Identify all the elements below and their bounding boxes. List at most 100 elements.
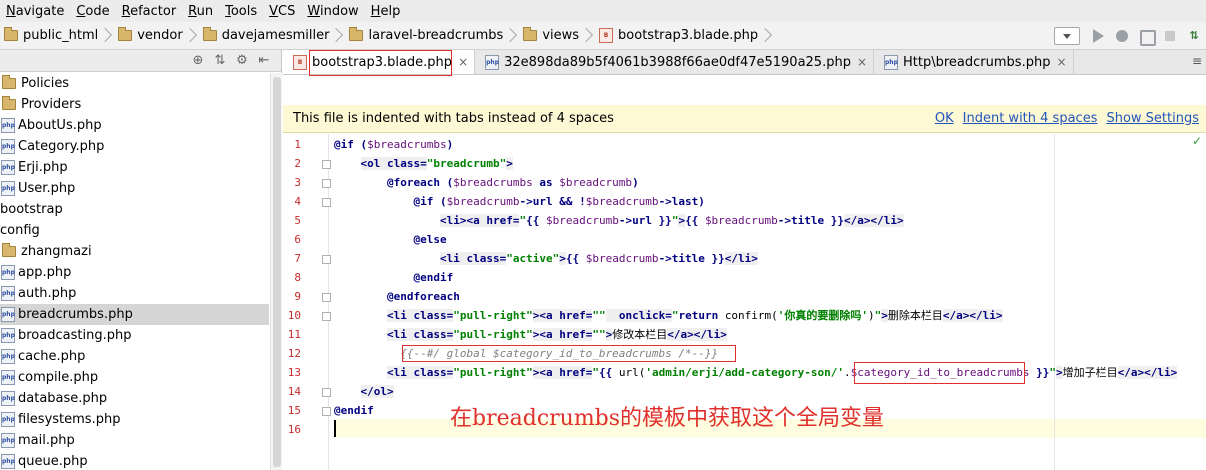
tree-item[interactable]: bootstrap: [0, 199, 269, 220]
code-token: confirm(: [724, 309, 778, 322]
code-token: {{--#/ global $category_id_to_breadcrumb…: [400, 347, 719, 360]
tree-item-label: filesystems.php: [18, 412, 121, 427]
tree-item[interactable]: config: [0, 220, 269, 241]
line-number: 16: [287, 423, 301, 436]
tree-item[interactable]: php queue.php: [0, 451, 269, 470]
php-file-icon: php: [1, 181, 15, 196]
fold-marker-icon[interactable]: [322, 388, 331, 397]
menu-vcs[interactable]: VCS: [263, 4, 301, 19]
breadcrumb-item[interactable]: public_html: [0, 22, 114, 50]
fold-marker-icon[interactable]: [322, 312, 331, 321]
run-config-dropdown[interactable]: [1054, 27, 1080, 45]
code-line: <ol class="breadcrumb">: [334, 154, 513, 173]
vcs-update-icon[interactable]: ⇅: [1185, 27, 1203, 45]
fold-marker-icon[interactable]: [322, 255, 331, 264]
collapse-all-icon[interactable]: ⇅: [211, 52, 229, 70]
tree-item-label: breadcrumbs.php: [18, 307, 133, 322]
editor-tab[interactable]: php 32e898da89b5f4061b3988f66ae0df47e5190…: [475, 50, 875, 74]
editor-tabs: Bbootstrap3.blade.php × php 32e898da89b5f40…: [283, 50, 1206, 75]
menu-run[interactable]: Run: [182, 4, 219, 19]
php-file-icon: php: [1, 454, 15, 469]
line-number: 8: [294, 271, 301, 284]
code-editor[interactable]: 1 2 3 4 5 6 7 8 9 10 11 12 13 14 15 16 @if ($breadcrumb…: [283, 134, 1206, 470]
tree-item[interactable]: php filesystems.php: [0, 409, 269, 430]
debug-icon[interactable]: [1113, 27, 1131, 45]
tree-item[interactable]: php compile.php: [0, 367, 269, 388]
gear-icon[interactable]: ⚙: [233, 52, 251, 70]
stop-icon[interactable]: [1161, 27, 1179, 45]
line-number: 14: [287, 385, 301, 398]
code-token: </a>: [667, 328, 694, 341]
fold-marker-icon[interactable]: [322, 293, 331, 302]
tab-list-menu-icon[interactable]: ≡: [1192, 54, 1202, 68]
tree-item[interactable]: zhangmazi: [0, 241, 269, 262]
menu-refactor[interactable]: Refactor: [116, 4, 183, 19]
menu-help[interactable]: Help: [365, 4, 407, 19]
project-panel: ⊕ ⇅ ⚙ ⇤ Policies Providers php AboutUs.php p…: [0, 50, 282, 470]
menu-navigate[interactable]: Navigate: [0, 4, 70, 19]
tree-item[interactable]: php AboutUs.php: [0, 115, 269, 136]
notification-action-link[interactable]: Show Settings: [1106, 111, 1199, 126]
fold-marker-icon[interactable]: [322, 407, 331, 416]
line-number: 4: [294, 195, 301, 208]
breadcrumb-item[interactable]: laravel-breadcrumbs: [345, 22, 519, 50]
php-file-icon: php: [1, 349, 15, 364]
notification-action-link[interactable]: Indent with 4 spaces: [963, 111, 1098, 126]
code-token: $breadcrumbs: [453, 176, 533, 189]
tree-item-label: auth.php: [18, 286, 77, 301]
tab-label: 32e898da89b5f4061b3988f66ae0df47e5190a25…: [504, 54, 851, 70]
run-icon[interactable]: [1089, 27, 1107, 45]
folder-icon: [349, 27, 364, 41]
fold-marker-icon[interactable]: [322, 198, 331, 207]
code-token: </li>: [1144, 366, 1178, 379]
code-token: class=: [413, 366, 454, 379]
code-token: "": [592, 328, 606, 341]
indent-notification: This file is indented with tabs instead …: [283, 105, 1206, 133]
code-token: {{: [565, 252, 586, 265]
fold-marker-icon[interactable]: [322, 160, 331, 169]
close-tab-icon[interactable]: ×: [1056, 55, 1066, 69]
run-toolbar: ⇅: [1054, 22, 1206, 50]
breadcrumb-item[interactable]: Bbootstrap3.blade.php: [595, 22, 774, 50]
coverage-icon[interactable]: [1137, 27, 1156, 46]
project-tree-scrollbar[interactable]: [270, 73, 282, 470]
code-token: ->url }}: [618, 214, 672, 227]
tree-item[interactable]: php broadcasting.php: [0, 325, 269, 346]
tree-item[interactable]: php User.php: [0, 178, 269, 199]
notification-action-link[interactable]: OK: [935, 111, 954, 126]
breadcrumb-item[interactable]: davejamesmiller: [199, 22, 346, 50]
tree-item[interactable]: php Erji.php: [0, 157, 269, 178]
close-tab-icon[interactable]: ×: [857, 55, 867, 69]
php-file-icon: php: [884, 54, 899, 70]
folder-icon: [2, 243, 16, 257]
tree-item[interactable]: php mail.php: [0, 430, 269, 451]
tree-item[interactable]: php breadcrumbs.php: [0, 304, 269, 325]
editor-tab[interactable]: Bbootstrap3.blade.php ×: [283, 50, 476, 74]
breadcrumb-item[interactable]: vendor: [114, 22, 198, 50]
close-tab-icon[interactable]: ×: [458, 55, 468, 69]
editor-tab[interactable]: php Http\breadcrumbs.php ×: [874, 50, 1074, 74]
breadcrumb-item[interactable]: views: [519, 22, 595, 50]
tree-item-label: cache.php: [18, 349, 86, 364]
line-number: 9: [294, 290, 301, 303]
tree-item-label: config: [0, 223, 40, 238]
locate-icon[interactable]: ⊕: [189, 52, 207, 70]
fold-marker-icon[interactable]: [322, 179, 331, 188]
menu-window[interactable]: Window: [301, 4, 364, 19]
scrollbar-thumb[interactable]: [273, 77, 281, 467]
tree-item[interactable]: php cache.php: [0, 346, 269, 367]
tree-item[interactable]: Providers: [0, 94, 269, 115]
tree-item[interactable]: php auth.php: [0, 283, 269, 304]
code-token: </a>: [844, 214, 871, 227]
tree-item[interactable]: php Category.php: [0, 136, 269, 157]
tree-item[interactable]: Policies: [0, 73, 269, 94]
code-token: </li>: [724, 252, 758, 265]
tree-item[interactable]: php database.php: [0, 388, 269, 409]
menu-tools[interactable]: Tools: [219, 4, 263, 19]
tree-item[interactable]: php app.php: [0, 262, 269, 283]
menu-code[interactable]: Code: [70, 4, 115, 19]
breadcrumb-separator: [583, 22, 591, 50]
hide-panel-icon[interactable]: ⇤: [255, 52, 273, 70]
php-file-icon: php: [485, 54, 500, 70]
